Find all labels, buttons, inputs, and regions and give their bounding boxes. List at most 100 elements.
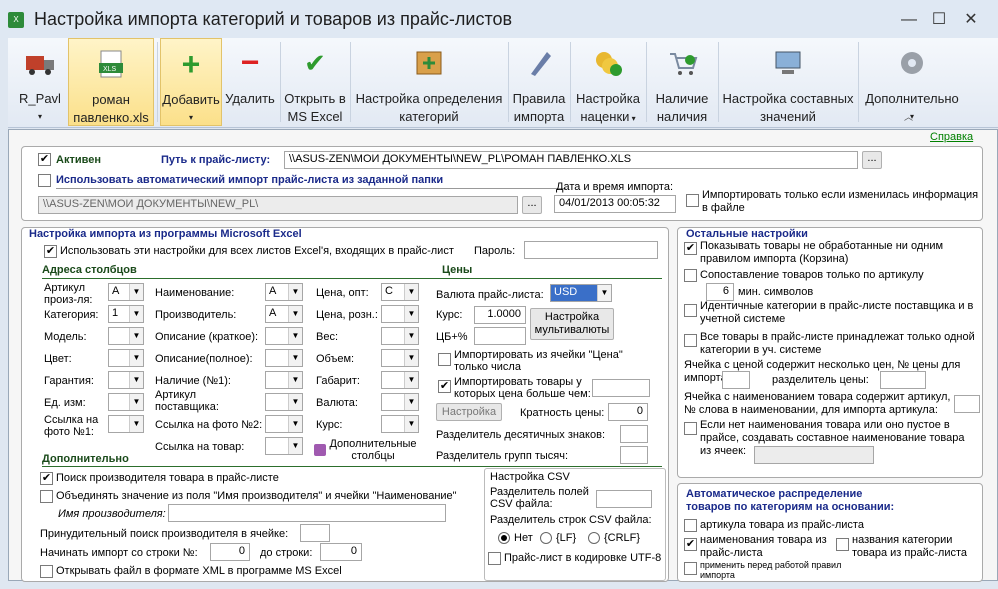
remove-button[interactable]: − Удалить: [222, 38, 278, 126]
availability-button[interactable]: Наличие наличия: [648, 38, 716, 126]
chevron-down-icon: ▼: [404, 328, 418, 344]
browse-folder-button[interactable]: ...: [522, 196, 542, 214]
utf8-checkbox[interactable]: [488, 552, 501, 565]
maker-name-input[interactable]: [168, 504, 446, 522]
chevron-down-icon: ▼: [288, 284, 302, 300]
password-input[interactable]: [524, 241, 658, 259]
compose-input[interactable]: [754, 446, 874, 464]
currency-combo[interactable]: USD ▼: [550, 284, 612, 302]
volume-label: Объем:: [316, 353, 355, 365]
same-cat-checkbox[interactable]: [684, 304, 697, 317]
warranty-combo[interactable]: ▼: [108, 371, 144, 389]
setup-button[interactable]: Настройка: [436, 403, 502, 421]
group-sep-input[interactable]: [620, 446, 648, 464]
add-button[interactable]: + Добавить ▾: [160, 38, 222, 126]
minimize-button[interactable]: —: [898, 10, 920, 30]
by-cat-checkbox[interactable]: [836, 538, 849, 551]
browse-path-button[interactable]: ...: [862, 151, 882, 169]
maximize-button[interactable]: ☐: [928, 10, 950, 30]
currency-col-combo[interactable]: ▼: [381, 393, 419, 411]
dec-sep-input[interactable]: [620, 425, 648, 443]
xml-checkbox[interactable]: [40, 565, 53, 578]
desc-short-combo[interactable]: ▼: [265, 327, 303, 345]
close-button[interactable]: ✕: [960, 10, 982, 30]
by-name-checkbox[interactable]: ✔: [684, 538, 697, 551]
basket-checkbox[interactable]: ✔: [684, 242, 697, 255]
cb-percent-input[interactable]: [474, 327, 526, 345]
multi-price-input[interactable]: [722, 371, 750, 389]
same-cat-label: Идентичные категории в прайс-листе поста…: [700, 300, 974, 325]
size-combo[interactable]: ▼: [381, 371, 419, 389]
name-combo[interactable]: A ▼: [265, 283, 303, 301]
to-row-input[interactable]: 0: [320, 543, 362, 561]
product-link-combo[interactable]: ▼: [265, 437, 303, 455]
rate-col-combo[interactable]: ▼: [381, 415, 419, 433]
photo2-combo[interactable]: ▼: [265, 415, 303, 433]
category-label: Категория:: [44, 309, 99, 321]
volume-combo[interactable]: ▼: [381, 349, 419, 367]
chevron-down-icon: ▼: [404, 306, 418, 322]
price-opt-combo[interactable]: C ▼: [381, 283, 419, 301]
supplier-button[interactable]: R_Pavl ▾: [12, 38, 68, 126]
merge-label: Объединять значение из поля "Имя произво…: [56, 490, 457, 502]
apply-checkbox[interactable]: [684, 562, 697, 575]
numbers-only-checkbox[interactable]: [438, 353, 451, 366]
price-sep-input[interactable]: [880, 371, 926, 389]
category-settings-button[interactable]: Настройка определения категорий: [352, 38, 506, 126]
datetime-input[interactable]: 04/01/2013 00:05:32: [554, 195, 676, 213]
search-maker-checkbox[interactable]: ✔: [40, 472, 53, 485]
price-file-button[interactable]: XLS роман павленко.xls: [68, 38, 154, 126]
price-gt-label: Импортировать товары у которых цена боль…: [454, 376, 591, 400]
weight-combo[interactable]: ▼: [381, 327, 419, 345]
folder-input[interactable]: \\ASUS-ZEN\МОИ ДОКУМЕНТЫ\NEW_PL\: [38, 196, 518, 214]
extra-columns-link[interactable]: Дополнительные столбцы: [328, 438, 418, 462]
unit-combo[interactable]: ▼: [108, 393, 144, 411]
ribbon-collapse-icon[interactable]: ︿: [904, 110, 913, 123]
one-cat-checkbox[interactable]: [684, 334, 697, 347]
row-sep-lf-radio[interactable]: [540, 532, 552, 544]
help-link[interactable]: Справка: [930, 131, 973, 143]
article-combo[interactable]: A ▼: [108, 283, 144, 301]
auto-distribution-panel: Автоматическое распределение товаров по …: [677, 483, 983, 582]
compose-checkbox[interactable]: [684, 422, 697, 435]
import-rules-button[interactable]: Правила импорта: [510, 38, 568, 126]
match-art-checkbox[interactable]: [684, 269, 697, 282]
price-gt-input[interactable]: [592, 379, 650, 397]
price-retail-combo[interactable]: ▼: [381, 305, 419, 323]
min-chars-input[interactable]: 6: [706, 283, 734, 301]
by-art-checkbox[interactable]: [684, 519, 697, 532]
model-combo[interactable]: ▼: [108, 327, 144, 345]
multiplicity-input[interactable]: 0: [608, 403, 648, 421]
supplier-art-combo[interactable]: ▼: [265, 393, 303, 411]
only-changed-checkbox[interactable]: [686, 194, 699, 207]
price-gt-checkbox[interactable]: ✔: [438, 380, 451, 393]
active-checkbox[interactable]: ✔: [38, 153, 51, 166]
auto-import-checkbox[interactable]: [38, 174, 51, 187]
chevron-down-icon: ▼: [129, 328, 143, 344]
merge-checkbox[interactable]: [40, 490, 53, 503]
row-sep-crlf-radio[interactable]: [588, 532, 600, 544]
open-excel-button[interactable]: ✔ Открыть в MS Excel: [282, 38, 348, 126]
path-input[interactable]: \\ASUS-ZEN\МОИ ДОКУМЕНТЫ\NEW_PL\РОМАН ПА…: [284, 151, 858, 169]
forced-input[interactable]: [300, 524, 330, 542]
desc-full-combo[interactable]: ▼: [265, 349, 303, 367]
multi-currency-button[interactable]: Настройка мультивалюты: [530, 308, 614, 340]
csv-field-sep-input[interactable]: [596, 490, 652, 508]
all-sheets-checkbox[interactable]: ✔: [44, 245, 57, 258]
row-sep-crlf-label: {CRLF}: [604, 532, 641, 544]
utf8-label: Прайс-лист в кодировке UTF-8: [504, 552, 662, 564]
row-sep-none-radio[interactable]: [498, 532, 510, 544]
category-combo[interactable]: 1 ▼: [108, 305, 144, 323]
extra-columns-icon[interactable]: [314, 444, 326, 456]
color-combo[interactable]: ▼: [108, 349, 144, 367]
name-art-input[interactable]: [954, 395, 980, 413]
markup-settings-button[interactable]: Настройка наценки ▾: [572, 38, 644, 126]
start-row-input[interactable]: 0: [210, 543, 250, 561]
maker-combo[interactable]: A ▼: [265, 305, 303, 323]
avail-combo[interactable]: ▼: [265, 371, 303, 389]
composite-values-button[interactable]: Настройка составных значений: [720, 38, 856, 126]
start-row-label: Начинать импорт со строки №:: [40, 547, 198, 559]
rate-input[interactable]: 1.0000: [474, 306, 526, 324]
avail-label: Наличие (№1):: [155, 375, 231, 387]
photo1-combo[interactable]: ▼: [108, 415, 144, 433]
